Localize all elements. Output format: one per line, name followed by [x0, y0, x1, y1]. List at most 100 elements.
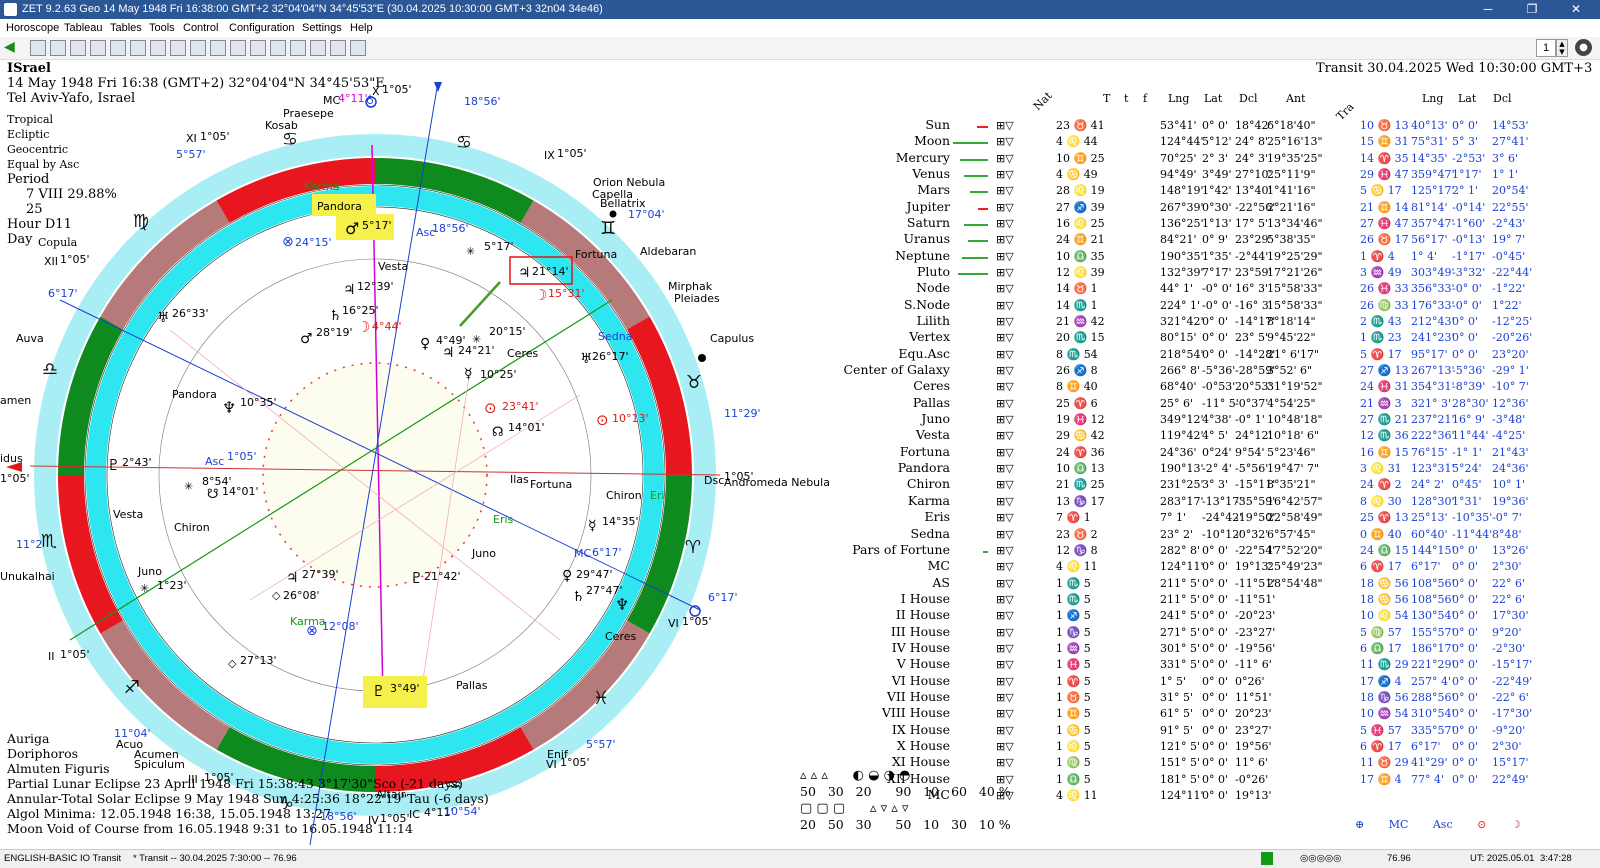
list-icon[interactable] — [270, 40, 286, 56]
element-icons: ▵ ▵ ▵ ◐ ◒ ◑ ◓ — [800, 768, 911, 783]
svg-text:VI: VI — [668, 617, 679, 630]
cell-tlng: 357°47' — [1411, 217, 1455, 231]
cell-tra: 5 ♍ 57 — [1360, 625, 1402, 639]
flag-icon[interactable] — [170, 40, 186, 56]
svg-text:♍: ♍ — [133, 211, 149, 232]
print-icon[interactable] — [150, 40, 166, 56]
cell-tdcl: 19°36' — [1492, 494, 1529, 508]
svg-text:5°17': 5°17' — [484, 240, 514, 253]
aspect-icon: ⊞▽ — [996, 396, 1014, 410]
cell-dcl: 24° 3' — [1235, 151, 1269, 165]
menu-tools[interactable]: Tools — [149, 19, 175, 37]
svg-text:24°15': 24°15' — [295, 236, 332, 249]
menu-settings[interactable]: Settings — [302, 19, 342, 37]
svg-text:1°05': 1°05' — [227, 450, 257, 463]
chart-number-input[interactable]: 1 — [1536, 39, 1556, 57]
svg-text:6°17': 6°17' — [708, 591, 738, 604]
cell-tlng: 128°30' — [1411, 494, 1455, 508]
cell-ant: 5°23'46" — [1267, 445, 1316, 459]
map-icon[interactable] — [110, 40, 126, 56]
settings-icon[interactable] — [350, 40, 366, 56]
spiral-icon[interactable] — [290, 40, 306, 56]
cell-lat: 0° 0' — [1202, 609, 1229, 623]
maximize-button[interactable]: ❐ — [1512, 0, 1552, 19]
menu-configuration[interactable]: Configuration — [229, 19, 294, 37]
cell-lat: 0° 0' — [1202, 331, 1229, 345]
menu-tableau[interactable]: Tableau — [64, 19, 103, 37]
back-arrow-icon[interactable]: ◀ — [4, 40, 18, 54]
cell-lat: 0° 0' — [1202, 788, 1229, 802]
cell-tra: 26 ♉ 17 — [1360, 233, 1409, 247]
globe-icon[interactable] — [50, 40, 66, 56]
svg-text:♃: ♃ — [442, 345, 455, 361]
svg-text:21°42': 21°42' — [424, 570, 461, 583]
cell-tdcl: -2°43' — [1492, 217, 1526, 231]
cell-tdcl: -10° 7' — [1492, 380, 1529, 394]
cell-nat: 21 ♏ 25 — [1056, 478, 1105, 492]
svg-text:⊗: ⊗ — [306, 623, 318, 639]
svg-text:☽: ☽ — [534, 286, 547, 304]
chart-number-spinner[interactable]: ▲ ▼ — [1556, 39, 1568, 57]
wheel-icon[interactable] — [70, 40, 86, 56]
row-name: Jupiter — [906, 198, 950, 214]
svg-text:16°25': 16°25' — [342, 304, 379, 317]
svg-text:◇: ◇ — [272, 589, 281, 602]
cell-nat: 10 ♎ 13 — [1056, 462, 1105, 476]
chart-icon[interactable] — [330, 40, 346, 56]
cell-lng: 124°11' — [1160, 560, 1204, 574]
svg-text:5°57': 5°57' — [176, 148, 206, 161]
calendar-icon[interactable] — [210, 40, 226, 56]
svg-text:Ilas: Ilas — [510, 473, 529, 486]
cell-tlng: 14°35' — [1411, 151, 1448, 165]
window-icon[interactable] — [190, 40, 206, 56]
cell-tlat: 0° 0' — [1452, 674, 1479, 688]
cell-tlng: 75°31' — [1411, 135, 1448, 149]
cell-tlng: 222°36' — [1411, 429, 1455, 443]
cell-lat: 0° 0' — [1202, 576, 1229, 590]
row-name: II House — [895, 607, 950, 623]
row-name: Venus — [912, 166, 950, 182]
menu-tables[interactable]: Tables — [110, 19, 142, 37]
cell-tra: 10 ♒ 54 — [1360, 707, 1409, 721]
menu-help[interactable]: Help — [350, 19, 373, 37]
cell-tlng: 212°43' — [1411, 315, 1455, 329]
status-nav-icons[interactable]: ◎◎◎◎◎ — [1300, 850, 1341, 868]
aspect-icon: ⊞▽ — [996, 217, 1014, 231]
atlas-icon[interactable] — [90, 40, 106, 56]
cell-dcl: 19°13' — [1235, 788, 1272, 802]
grid-icon[interactable] — [130, 40, 146, 56]
cell-nat: 8 ♏ 54 — [1056, 347, 1098, 361]
close-button[interactable]: ✕ — [1556, 0, 1596, 19]
svg-text:Sedna: Sedna — [598, 330, 632, 343]
svg-text:☋: ☋ — [207, 487, 219, 502]
tree-icon[interactable] — [250, 40, 266, 56]
cell-nat: 27 ♐ 39 — [1056, 200, 1105, 214]
cell-tlat: 0° 0' — [1452, 560, 1479, 574]
cell-tra: 16 ♊ 15 — [1360, 445, 1409, 459]
col-f: f — [1143, 92, 1148, 105]
cell-tlat: 0° 0' — [1452, 658, 1479, 672]
svg-text:Fortuna: Fortuna — [575, 248, 617, 261]
cell-tdcl: -0° 7' — [1492, 511, 1522, 525]
cell-ant: 10°48'18" — [1267, 413, 1323, 427]
cell-nat: 23 ♉ 41 — [1056, 119, 1105, 132]
tools-icon[interactable] — [310, 40, 326, 56]
menu-horoscope[interactable]: Horoscope — [6, 19, 59, 37]
aspect-icon: ⊞▽ — [996, 168, 1014, 182]
horoscope-wheel[interactable]: Pandora ♂ 5°17' ♃ 21°14' ♇ 3°49' Karma ⊗ 24°… — [0, 60, 840, 848]
menu-control[interactable]: Control — [183, 19, 218, 37]
cell-tlat: -8°39' — [1452, 380, 1486, 394]
svg-text:1°05': 1°05' — [60, 253, 90, 266]
table-icon[interactable] — [30, 40, 46, 56]
cell-nat: 1 ♑ 5 — [1056, 625, 1091, 639]
calendar-red-icon[interactable] — [230, 40, 246, 56]
earth-icon[interactable]: ● — [1575, 39, 1592, 56]
svg-text:1°05': 1°05' — [557, 147, 587, 160]
bottom-icon-row[interactable]: ⊕ MC Asc ⊙ ☽ — [1355, 818, 1521, 831]
row-name: Fortuna — [899, 443, 950, 459]
svg-text:XI: XI — [186, 132, 197, 145]
svg-text:1°05': 1°05' — [0, 472, 30, 485]
minimize-button[interactable]: ─ — [1468, 0, 1508, 19]
cell-dcl: -20°23' — [1235, 609, 1276, 623]
svg-text:♆: ♆ — [222, 398, 236, 417]
